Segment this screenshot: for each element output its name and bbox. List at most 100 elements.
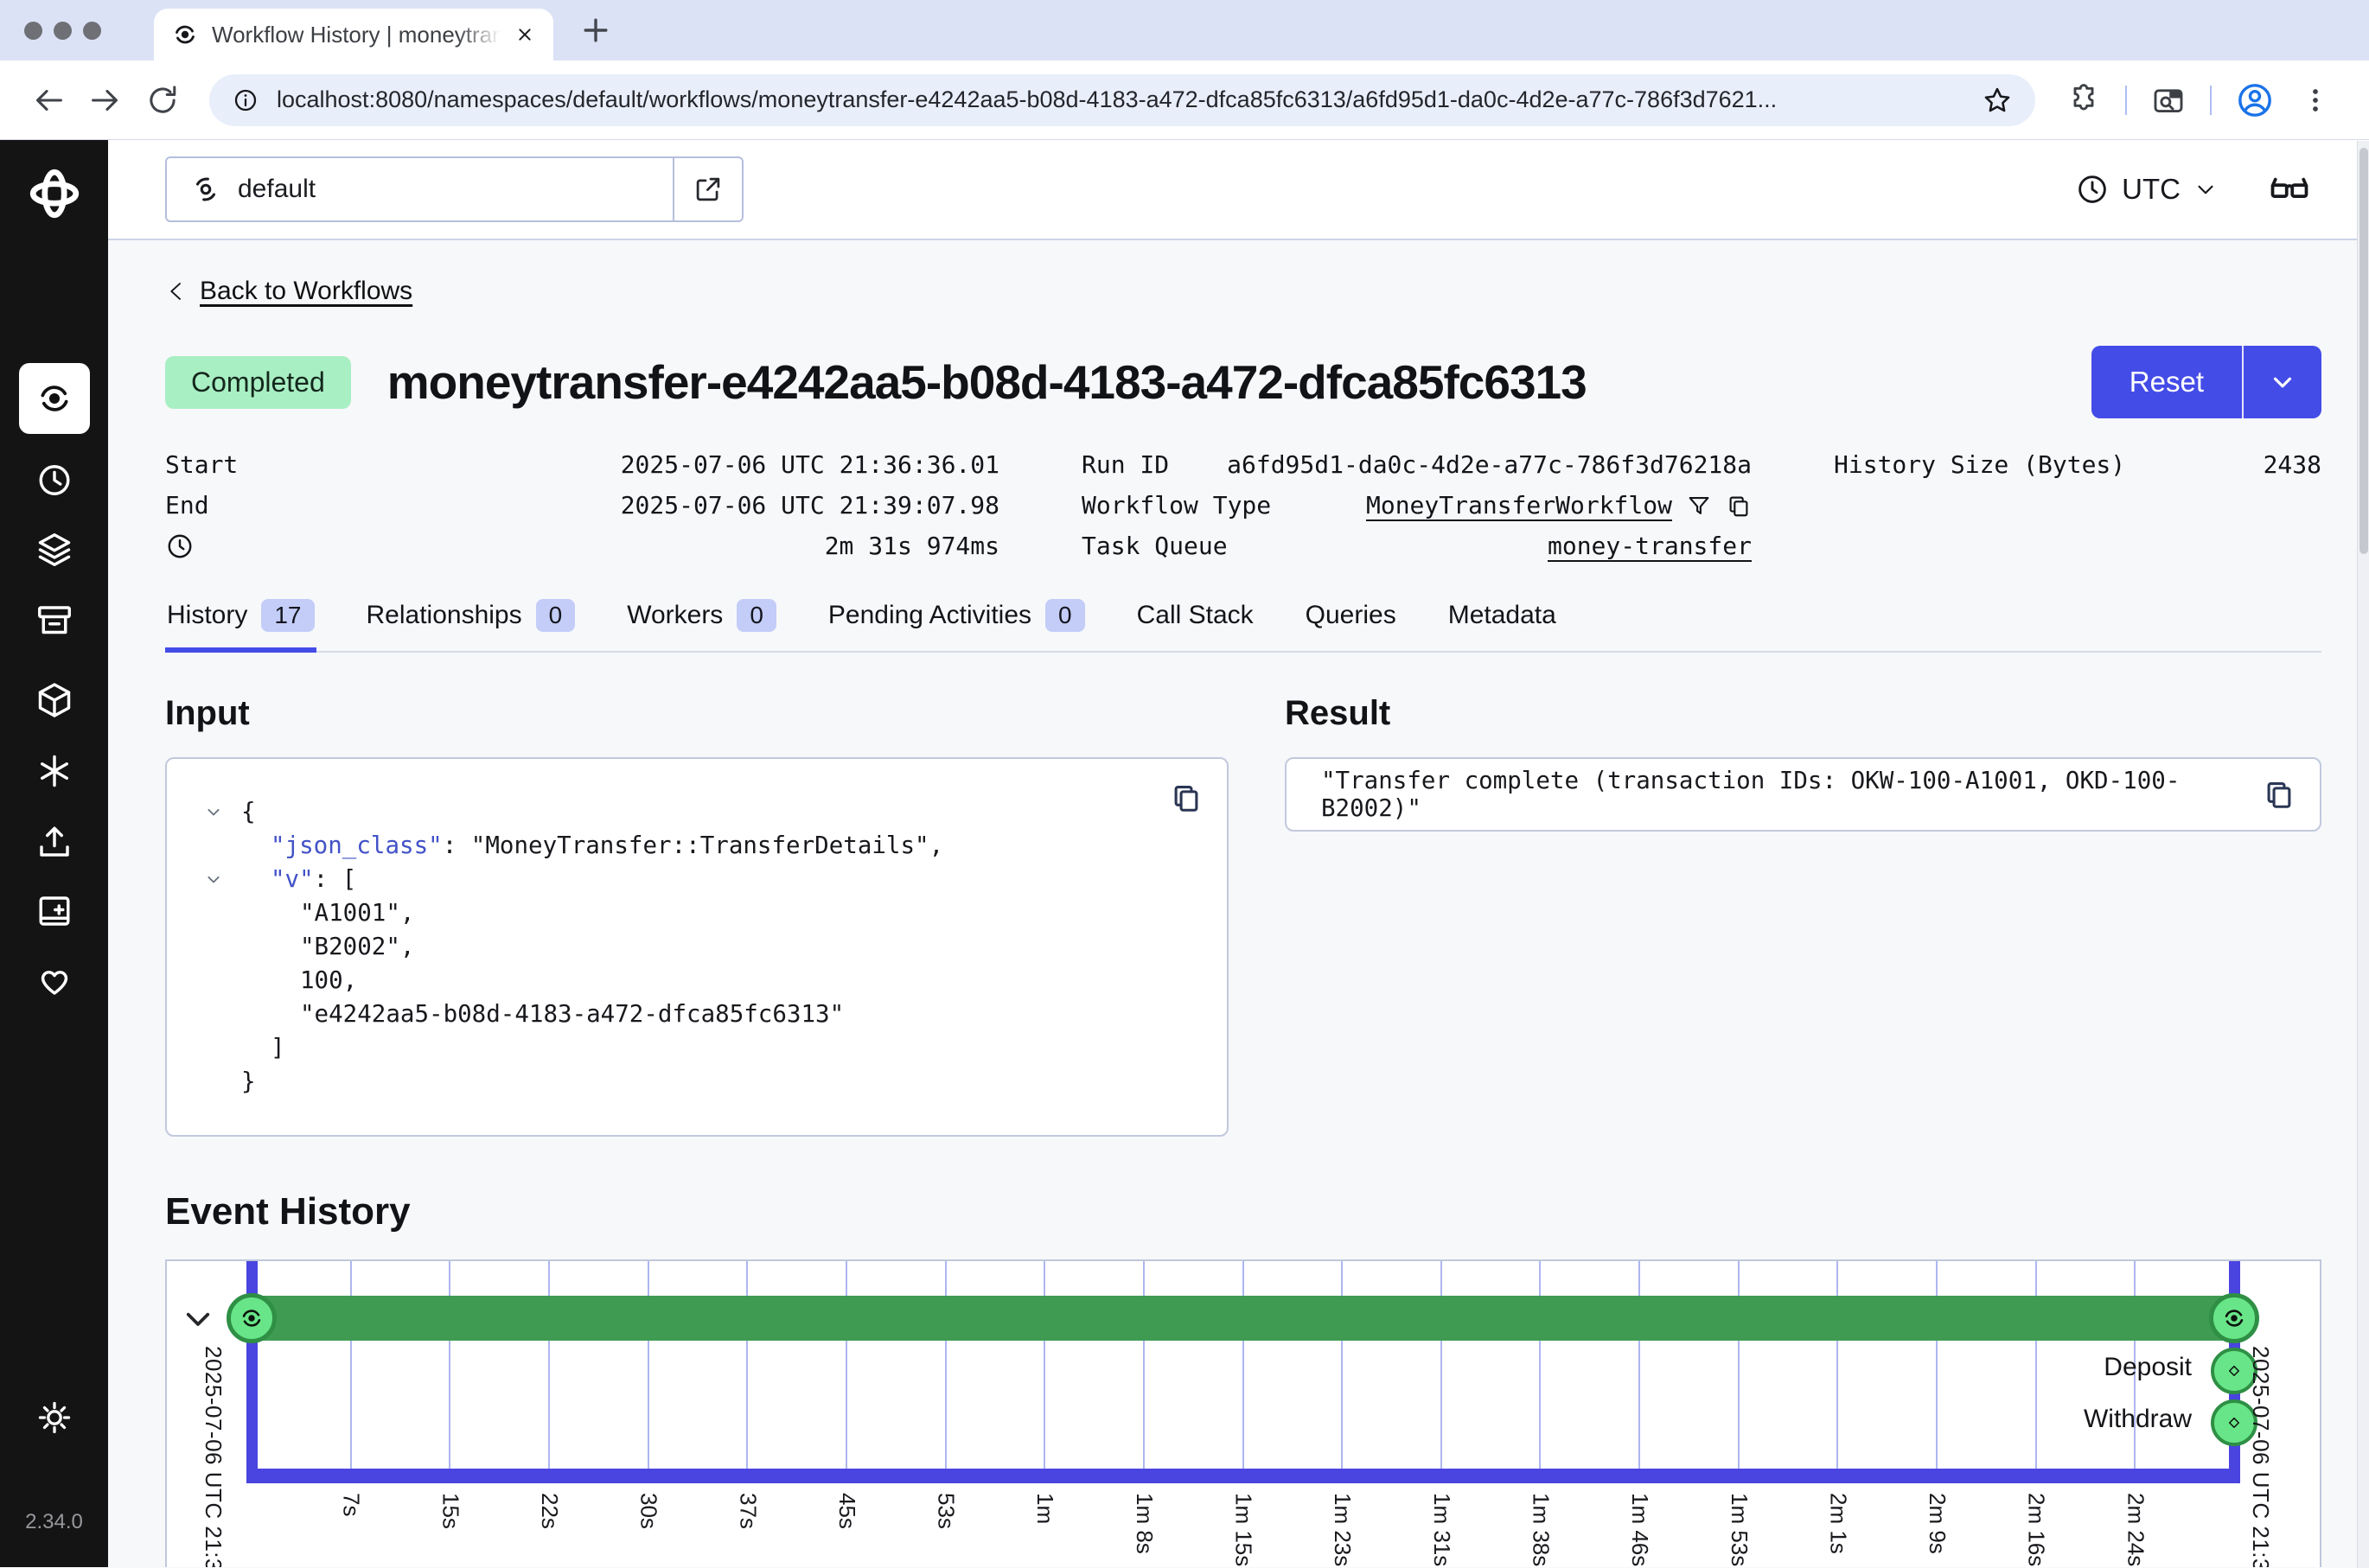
chevron-left-icon: [165, 280, 188, 303]
tab-pending-activities[interactable]: Pending Activities0: [827, 589, 1087, 653]
copy-icon[interactable]: [2263, 778, 2296, 811]
tab-workers[interactable]: Workers0: [625, 589, 778, 653]
timeline-gridline: [1440, 1261, 1442, 1469]
workflow-span-bar[interactable]: [252, 1296, 2234, 1341]
labs-glasses-icon[interactable]: [2267, 167, 2312, 212]
timeline-tick-label: 1m 8s: [1131, 1493, 1158, 1554]
timeline-gridline: [846, 1261, 847, 1469]
tab-metadata[interactable]: Metadata: [1446, 589, 1558, 653]
back-to-workflows[interactable]: Back to Workflows: [165, 277, 2321, 306]
profile-avatar-icon[interactable]: [2236, 81, 2274, 119]
extensions-icon[interactable]: [2066, 83, 2101, 118]
tab-relationships[interactable]: Relationships0: [365, 589, 578, 653]
menu-kebab-icon[interactable]: [2298, 83, 2333, 118]
end-label: End: [165, 491, 209, 519]
workflow-details: Start2025-07-06 UTC 21:36:36.01 End2025-…: [165, 444, 2321, 566]
workflow-start-node[interactable]: [227, 1293, 277, 1343]
back-link-label: Back to Workflows: [200, 277, 412, 306]
sidebar-item-workflows[interactable]: [0, 363, 108, 434]
json-line: "A1001",: [205, 896, 1189, 930]
window-minimize-dot[interactable]: [54, 22, 72, 40]
timeline-gridline: [2035, 1261, 2037, 1469]
timezone-select[interactable]: UTC: [2075, 172, 2219, 207]
timeline-tick-label: 2m 24s: [2122, 1493, 2149, 1566]
collapse-chevron-icon[interactable]: [205, 795, 241, 829]
timeline-gridline: [548, 1261, 550, 1469]
sidebar-item-nexus[interactable]: [0, 679, 108, 721]
namespace-open-button[interactable]: [673, 158, 742, 220]
window-close-dot[interactable]: [24, 22, 42, 40]
sidebar-item-schedules[interactable]: [0, 458, 108, 500]
tab-queries[interactable]: Queries: [1304, 589, 1398, 653]
tab-call-stack[interactable]: Call Stack: [1135, 589, 1255, 653]
status-badge: Completed: [165, 356, 351, 409]
timeline-tick-label: 1m 15s: [1230, 1493, 1257, 1566]
sidebar-item-labs[interactable]: [0, 750, 108, 792]
timezone-value: UTC: [2122, 173, 2181, 206]
reload-button-icon[interactable]: [140, 78, 185, 123]
toolbar-separator: [2125, 86, 2127, 115]
timeline-tick-label: 2m 16s: [2023, 1493, 2050, 1566]
timeline-gridline: [1341, 1261, 1343, 1469]
tab-label: Relationships: [367, 601, 522, 630]
temporal-favicon-icon: [171, 21, 199, 48]
bookmark-star-icon[interactable]: [1982, 85, 2013, 116]
timeline-tick-label: 1m 23s: [1329, 1493, 1356, 1566]
browser-tab-strip: Workflow History | moneytran: [0, 0, 2369, 61]
timeline-baseline: [246, 1469, 2240, 1483]
tab-history[interactable]: History17: [165, 589, 316, 653]
timeline-end-timestamp: 2025-07-06 UTC 21:39:07.98: [2247, 1346, 2274, 1567]
filter-icon[interactable]: [1686, 493, 1712, 519]
search-tabs-icon[interactable]: [2151, 83, 2186, 118]
page-scrollbar[interactable]: [2357, 141, 2369, 1568]
temporal-logo-icon[interactable]: [0, 166, 108, 221]
copy-icon[interactable]: [1726, 493, 1752, 519]
timeline-tick-label: 30s: [635, 1493, 662, 1529]
workflow-type-link[interactable]: MoneyTransferWorkflow: [1366, 491, 1672, 519]
reset-button[interactable]: Reset: [2091, 346, 2242, 418]
reset-dropdown-button[interactable]: [2242, 346, 2321, 418]
collapse-chevron-icon[interactable]: [205, 863, 241, 896]
namespace-select[interactable]: default: [165, 156, 744, 222]
window-zoom-dot[interactable]: [83, 22, 101, 40]
result-card: "Transfer complete (transaction IDs: OKW…: [1285, 757, 2321, 832]
sidebar-item-archive[interactable]: [0, 600, 108, 641]
tab-close-icon[interactable]: [514, 23, 536, 46]
app-sidebar: 2.34.0: [0, 140, 108, 1567]
timeline-tick-label: 2m 9s: [1924, 1493, 1951, 1554]
copy-icon[interactable]: [1170, 781, 1203, 814]
clock-icon: [2075, 172, 2110, 207]
timeline-tick-label: 1m 38s: [1527, 1493, 1554, 1566]
new-tab-button[interactable]: [578, 12, 614, 48]
timeline-expand-icon[interactable]: [181, 1303, 215, 1337]
timeline-gridline: [350, 1261, 352, 1469]
tab-label: Workers: [627, 601, 723, 630]
timeline-gridline: [1143, 1261, 1145, 1469]
sidebar-item-batch-operations[interactable]: [0, 529, 108, 570]
json-gutter: [205, 829, 241, 863]
back-button-icon[interactable]: [26, 78, 71, 123]
duration-value: 2m 31s 974ms: [825, 532, 999, 560]
start-value: 2025-07-06 UTC 21:36:36.01: [621, 450, 999, 479]
timeline-tick-label: 53s: [933, 1493, 960, 1529]
workflow-end-node[interactable]: [2209, 1293, 2259, 1343]
theme-toggle-icon[interactable]: [0, 1398, 108, 1437]
site-info-icon[interactable]: [232, 86, 259, 114]
sidebar-item-docs[interactable]: [0, 890, 108, 932]
task-queue-link[interactable]: money-transfer: [1548, 532, 1752, 560]
activity-label[interactable]: Deposit: [2104, 1353, 2192, 1382]
activity-label[interactable]: Withdraw: [2084, 1405, 2192, 1434]
sidebar-item-import-export[interactable]: [0, 821, 108, 863]
scrollbar-thumb[interactable]: [2359, 148, 2368, 554]
run-id-label: Run ID: [1082, 450, 1169, 479]
input-card: {"json_class": "MoneyTransfer::TransferD…: [165, 757, 1229, 1137]
forward-button-icon[interactable]: [83, 78, 128, 123]
url-bar[interactable]: localhost:8080/namespaces/default/workfl…: [209, 74, 2035, 126]
timeline-gridline: [1242, 1261, 1244, 1469]
json-gutter: [205, 998, 241, 1031]
json-line: "v": [: [205, 863, 1189, 896]
sidebar-item-feedback[interactable]: [0, 959, 108, 1001]
browser-tab[interactable]: Workflow History | moneytran: [154, 9, 553, 61]
tab-label: Queries: [1306, 601, 1396, 630]
json-line: 100,: [205, 964, 1189, 998]
